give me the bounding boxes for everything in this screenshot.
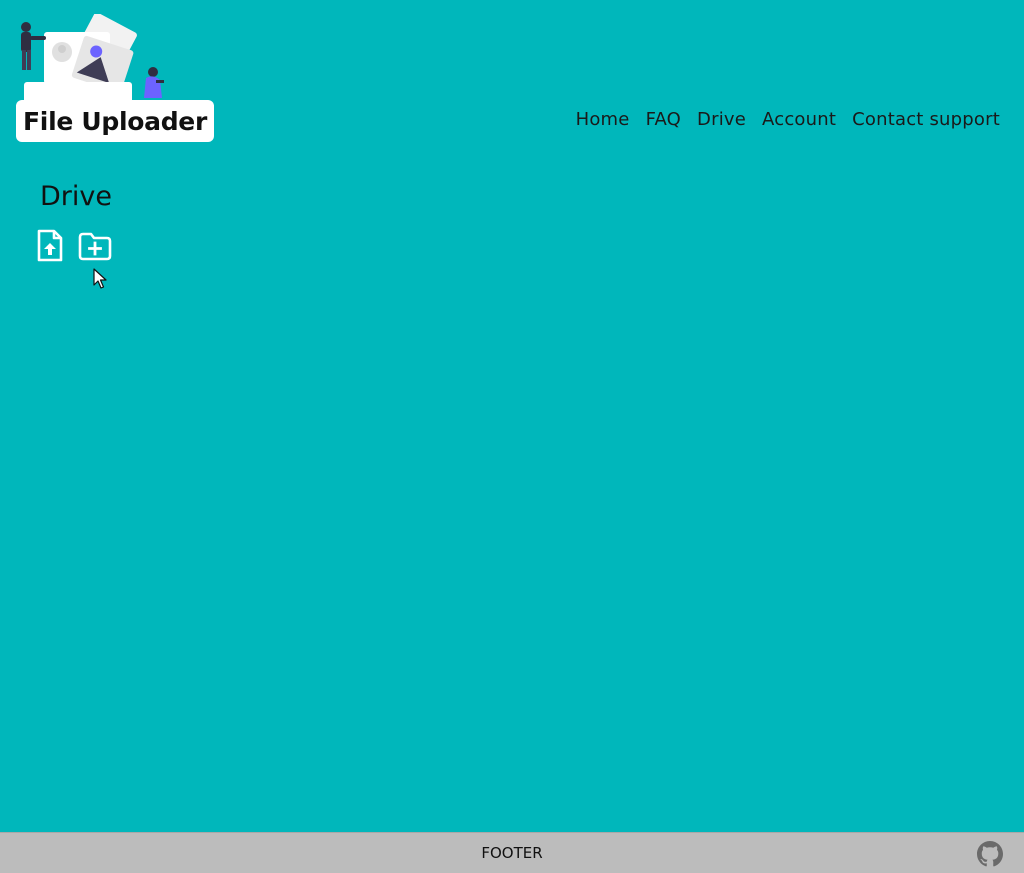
footer-text: FOOTER [481,844,543,862]
folder-plus-icon [78,232,112,261]
logo-text-box: File Uploader [16,100,214,142]
github-link[interactable] [977,841,1003,867]
nav-account-link[interactable]: Account [762,109,836,130]
main-nav: Home FAQ Drive Account Contact support [560,109,1000,130]
upload-file-button[interactable] [36,229,64,263]
github-icon [977,841,1003,867]
file-upload-icon [37,229,63,262]
logo-text: File Uploader [23,106,207,136]
file-upload-illustration [21,14,164,104]
mouse-cursor-icon [93,268,107,289]
nav-faq-link[interactable]: FAQ [646,109,681,130]
nav-home-link[interactable]: Home [576,109,630,130]
nav-drive-link[interactable]: Drive [697,109,746,130]
site-footer: FOOTER [0,832,1024,873]
site-header: File Uploader Home FAQ Drive Account Con… [0,0,1024,160]
nav-contact-support-link[interactable]: Contact support [852,109,1000,130]
page-title: Drive [40,181,112,212]
site-logo[interactable]: File Uploader [16,14,216,144]
drive-actions [36,229,112,263]
new-folder-button[interactable] [78,229,112,263]
